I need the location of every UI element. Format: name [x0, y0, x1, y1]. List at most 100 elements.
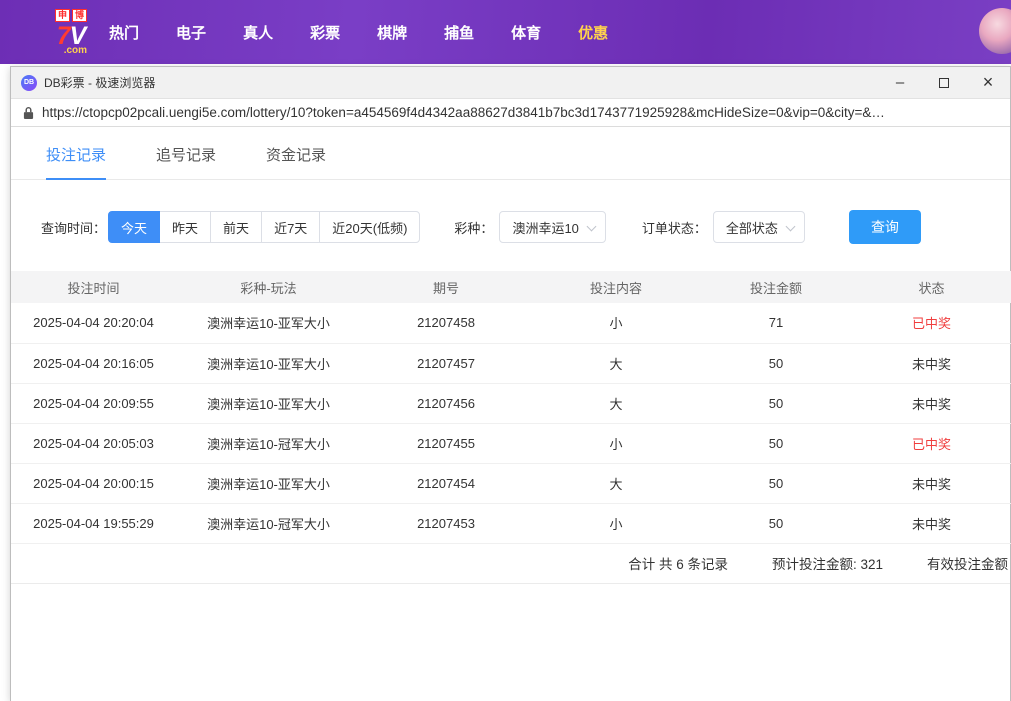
summary-item-2: 有效投注金额 [927, 553, 1008, 573]
site-logo[interactable]: 申 博 7V .com [55, 9, 87, 56]
nav-item-6[interactable]: 体育 [511, 22, 541, 43]
time-filter-1[interactable]: 昨天 [159, 211, 211, 243]
cell-game: 澳洲幸运10-亚军大小 [176, 383, 361, 423]
nav-item-4[interactable]: 棋牌 [377, 22, 407, 43]
nav-item-3[interactable]: 彩票 [310, 22, 340, 43]
time-filter-0[interactable]: 今天 [108, 211, 160, 243]
window-app-icon: DB [21, 75, 37, 91]
cell-status: 未中奖 [851, 343, 1011, 383]
cell-content: 大 [531, 343, 701, 383]
record-tabs: 投注记录 追号记录 资金记录 [11, 127, 1010, 180]
cell-game: 澳洲幸运10-亚军大小 [176, 303, 361, 343]
lottery-label: 彩种： [454, 218, 493, 237]
column-header-2: 期号 [361, 271, 531, 303]
summary-bar: 合计 共 6 条记录 预计投注金额: 321 有效投注金额 [11, 544, 1010, 584]
logo-suffix: .com [64, 46, 87, 56]
maximize-button[interactable] [922, 67, 966, 98]
close-button[interactable]: × [966, 67, 1010, 98]
column-header-0: 投注时间 [11, 271, 176, 303]
cell-issue: 21207458 [361, 303, 531, 343]
table-row: 2025-04-04 20:16:05澳洲幸运10-亚军大小21207457大5… [11, 343, 1011, 383]
cell-issue: 21207456 [361, 383, 531, 423]
order-status-label: 订单状态： [642, 218, 707, 237]
logo-char-2: 博 [72, 9, 87, 22]
cell-amount: 50 [701, 503, 851, 543]
cell-issue: 21207455 [361, 423, 531, 463]
cell-game: 澳洲幸运10-亚军大小 [176, 463, 361, 503]
nav-item-1[interactable]: 电子 [176, 22, 206, 43]
cell-time: 2025-04-04 20:00:15 [11, 463, 176, 503]
cell-content: 小 [531, 503, 701, 543]
close-icon: × [983, 72, 994, 93]
time-filter-3[interactable]: 近7天 [261, 211, 320, 243]
time-filter-group: 今天昨天前天近7天近20天(低频) [108, 211, 420, 243]
url-text[interactable]: https://ctopcp02pcali.uengi5e.com/lotter… [42, 105, 998, 120]
search-button[interactable]: 查询 [849, 210, 921, 244]
browser-window: DB DB彩票 - 极速浏览器 – × https://ctopcp02pcal… [10, 66, 1011, 701]
cell-issue: 21207457 [361, 343, 531, 383]
order-status-select[interactable]: 全部状态 [713, 211, 805, 243]
cell-time: 2025-04-04 19:55:29 [11, 503, 176, 543]
table-row: 2025-04-04 20:05:03澳洲幸运10-冠军大小21207455小5… [11, 423, 1011, 463]
cell-content: 小 [531, 303, 701, 343]
table-row: 2025-04-04 19:55:29澳洲幸运10-冠军大小21207453小5… [11, 503, 1011, 543]
cell-amount: 71 [701, 303, 851, 343]
bet-table-body: 2025-04-04 20:20:04澳洲幸运10-亚军大小21207458小7… [11, 303, 1011, 543]
address-bar[interactable]: https://ctopcp02pcali.uengi5e.com/lotter… [11, 99, 1010, 127]
cell-amount: 50 [701, 423, 851, 463]
tab-1[interactable]: 追号记录 [156, 144, 216, 179]
maximize-icon [939, 78, 949, 88]
cell-time: 2025-04-04 20:20:04 [11, 303, 176, 343]
cell-issue: 21207454 [361, 463, 531, 503]
cell-amount: 50 [701, 343, 851, 383]
order-status-select-value: 全部状态 [726, 218, 778, 237]
time-filter-label: 查询时间： [41, 218, 106, 237]
cell-status: 未中奖 [851, 383, 1011, 423]
chevron-down-icon [586, 222, 596, 232]
site-header: 申 博 7V .com 热门 电子 真人 彩票 棋牌 捕鱼 体育 优惠 [0, 0, 1011, 64]
minimize-button[interactable]: – [878, 67, 922, 98]
tab-2[interactable]: 资金记录 [266, 144, 326, 179]
column-header-4: 投注金额 [701, 271, 851, 303]
main-nav: 热门 电子 真人 彩票 棋牌 捕鱼 体育 优惠 [109, 22, 608, 43]
cell-status: 已中奖 [851, 303, 1011, 343]
table-row: 2025-04-04 20:20:04澳洲幸运10-亚军大小21207458小7… [11, 303, 1011, 343]
table-header-row: 投注时间彩种-玩法期号投注内容投注金额状态 [11, 271, 1011, 303]
cell-status: 未中奖 [851, 503, 1011, 543]
minimize-icon: – [896, 74, 904, 91]
window-titlebar: DB DB彩票 - 极速浏览器 – × [11, 67, 1010, 99]
filter-row: 查询时间： 今天昨天前天近7天近20天(低频) 彩种： 澳洲幸运10 订单状态：… [11, 210, 1010, 244]
window-controls: – × [878, 67, 1010, 98]
cell-game: 澳洲幸运10-冠军大小 [176, 503, 361, 543]
table-row: 2025-04-04 20:09:55澳洲幸运10-亚军大小21207456大5… [11, 383, 1011, 423]
nav-item-5[interactable]: 捕鱼 [444, 22, 474, 43]
nav-item-2[interactable]: 真人 [243, 22, 273, 43]
cell-issue: 21207453 [361, 503, 531, 543]
cell-status: 未中奖 [851, 463, 1011, 503]
tab-0[interactable]: 投注记录 [46, 144, 106, 180]
cell-time: 2025-04-04 20:16:05 [11, 343, 176, 383]
lottery-select[interactable]: 澳洲幸运10 [499, 211, 605, 243]
user-avatar[interactable] [979, 8, 1011, 54]
logo-char-1: 申 [55, 9, 70, 22]
column-header-5: 状态 [851, 271, 1011, 303]
time-filter-4[interactable]: 近20天(低频) [319, 211, 420, 243]
time-filter-2[interactable]: 前天 [210, 211, 262, 243]
cell-content: 大 [531, 383, 701, 423]
chevron-down-icon [785, 222, 795, 232]
cell-game: 澳洲幸运10-冠军大小 [176, 423, 361, 463]
cell-time: 2025-04-04 20:05:03 [11, 423, 176, 463]
cell-time: 2025-04-04 20:09:55 [11, 383, 176, 423]
nav-item-0[interactable]: 热门 [109, 22, 139, 43]
summary-item-1: 预计投注金额: 321 [772, 553, 883, 573]
cell-content: 小 [531, 423, 701, 463]
lock-icon [23, 106, 34, 120]
cell-content: 大 [531, 463, 701, 503]
bet-records-table: 投注时间彩种-玩法期号投注内容投注金额状态 2025-04-04 20:20:0… [11, 271, 1011, 544]
cell-status: 已中奖 [851, 423, 1011, 463]
lottery-select-value: 澳洲幸运10 [512, 218, 578, 237]
summary-item-0: 合计 共 6 条记录 [628, 553, 728, 573]
cell-amount: 50 [701, 383, 851, 423]
window-title: DB彩票 - 极速浏览器 [44, 74, 878, 91]
nav-item-7[interactable]: 优惠 [578, 22, 608, 43]
